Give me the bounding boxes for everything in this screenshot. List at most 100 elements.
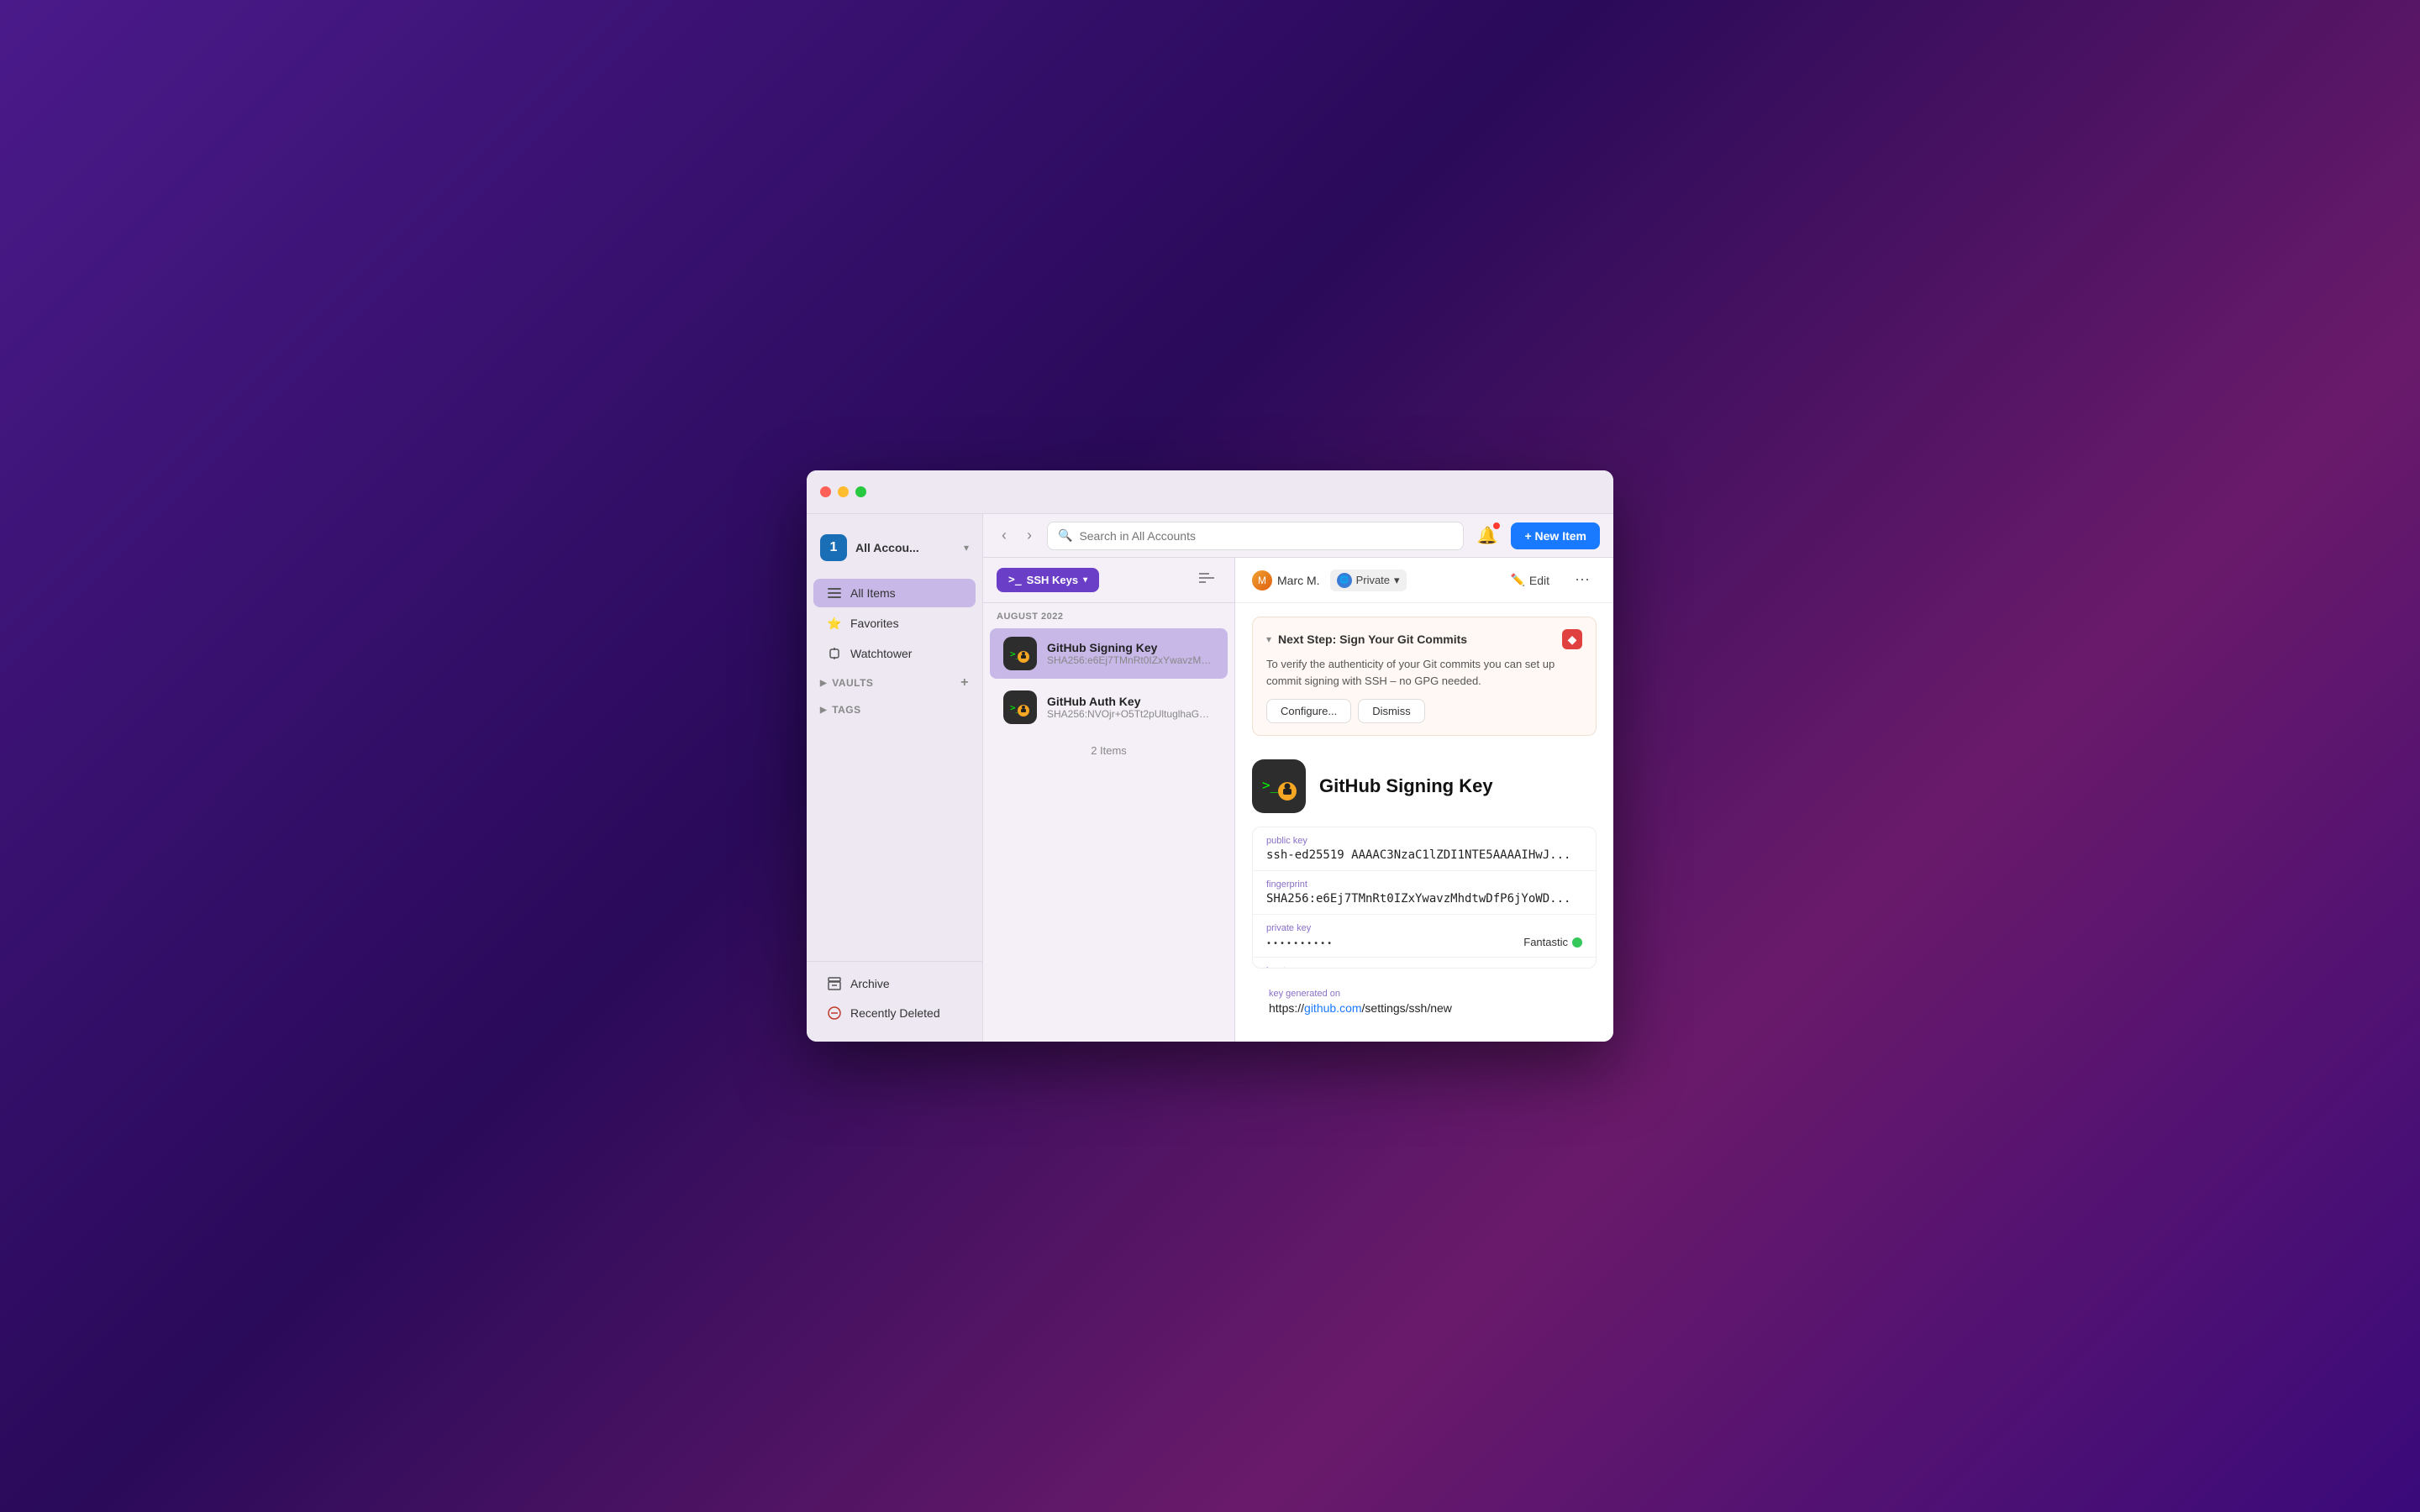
detail-toolbar: M Marc M. 🌐 Private ▾ ✏️ Edit: [1235, 558, 1613, 603]
toolbar: ‹ › 🔍 🔔 + New Item: [983, 514, 1613, 558]
sidebar-item-favorites[interactable]: ⭐ Favorites: [813, 609, 976, 638]
configure-label: Configure...: [1281, 705, 1337, 717]
account-name: All Accou...: [855, 541, 964, 554]
github-link[interactable]: github.com: [1304, 1001, 1361, 1015]
user-name: Marc M.: [1277, 574, 1320, 587]
github-auth-icon: >_: [1003, 690, 1037, 724]
next-step-title: Next Step: Sign Your Git Commits: [1278, 633, 1555, 646]
vaults-label: VAULTS: [832, 677, 873, 689]
sidebar-item-recently-deleted[interactable]: Recently Deleted: [813, 999, 976, 1027]
vault-selector[interactable]: 🌐 Private ▾: [1330, 570, 1407, 591]
vaults-section[interactable]: ▶ VAULTS +: [807, 669, 982, 697]
next-step-body: To verify the authenticity of your Git c…: [1266, 656, 1582, 689]
list-item-github-signing[interactable]: >_ GitHub Signing Key SHA256:e6Ej7TMnRt0…: [990, 628, 1228, 679]
collapse-icon[interactable]: ▾: [1266, 633, 1271, 645]
list-section-date: AUGUST 2022: [983, 603, 1234, 627]
watchtower-icon: [827, 646, 842, 661]
field-fingerprint: fingerprint SHA256:e6Ej7TMnRt0IZxYwavzMh…: [1253, 871, 1596, 915]
item-icon-large: >_: [1252, 759, 1306, 813]
item-detail-header: >_ GitHub Signing Key: [1235, 743, 1613, 827]
edit-button[interactable]: ✏️ Edit: [1502, 569, 1558, 591]
edit-label: Edit: [1529, 574, 1549, 587]
search-input[interactable]: [1079, 529, 1452, 543]
trash-icon: [827, 1005, 842, 1021]
favorites-label: Favorites: [850, 617, 899, 630]
search-bar: 🔍: [1047, 522, 1464, 550]
key-generated-prefix: https://: [1269, 1001, 1304, 1015]
key-generated-link-text: github.com: [1304, 1001, 1361, 1015]
sidebar-item-watchtower[interactable]: Watchtower: [813, 639, 976, 668]
fingerprint-value[interactable]: SHA256:e6Ej7TMnRt0IZxYwavzMhdtwDfP6jYoWD…: [1266, 892, 1582, 906]
star-icon: ⭐: [827, 616, 842, 631]
account-icon: 1: [820, 534, 847, 561]
chevron-right-icon: ▶: [820, 679, 827, 688]
key-generated-suffix: /settings/ssh/new: [1362, 1001, 1452, 1015]
github-auth-title: GitHub Auth Key: [1047, 695, 1214, 708]
next-step-banner: ▾ Next Step: Sign Your Git Commits ◆ To …: [1252, 617, 1597, 736]
back-button[interactable]: ‹: [997, 523, 1012, 548]
sidebar-item-all-items[interactable]: All Items: [813, 579, 976, 607]
github-signing-text: GitHub Signing Key SHA256:e6Ej7TMnRt0IZx…: [1047, 641, 1214, 666]
middle-panel: >_ SSH Keys ▾ AUGUST 2022: [983, 558, 1613, 1042]
account-selector[interactable]: 1 All Accou... ▾: [807, 528, 982, 568]
notification-badge: [1492, 522, 1501, 530]
sidebar: 1 All Accou... ▾ All Items ⭐: [807, 514, 983, 1042]
filter-label: SSH Keys: [1027, 574, 1078, 586]
tags-label: TAGS: [832, 704, 860, 716]
github-signing-icon: >_: [1003, 637, 1037, 670]
list-item-github-auth[interactable]: >_ GitHub Auth Key SHA256:NVOjr+O5Tt2pUl…: [990, 682, 1228, 732]
minimize-button[interactable]: [838, 486, 849, 497]
vault-icon: 🌐: [1337, 573, 1352, 588]
quality-dot-icon: [1572, 937, 1582, 948]
sidebar-bottom: Archive Recently Deleted: [807, 961, 982, 1028]
more-button[interactable]: ⋯: [1568, 568, 1597, 592]
next-step-actions: Configure... Dismiss: [1266, 699, 1582, 723]
maximize-button[interactable]: [855, 486, 866, 497]
close-button[interactable]: [820, 486, 831, 497]
user-info: M Marc M.: [1252, 570, 1320, 591]
tags-section[interactable]: ▶ TAGS: [807, 697, 982, 722]
edit-icon: ✏️: [1510, 573, 1524, 587]
dismiss-label: Dismiss: [1372, 705, 1411, 717]
public-key-label: public key: [1266, 836, 1582, 846]
main-layout: 1 All Accou... ▾ All Items ⭐: [807, 514, 1613, 1042]
key-type-label: key type: [1266, 966, 1582, 969]
fantastic-label: Fantastic: [1523, 936, 1568, 948]
archive-icon: [827, 976, 842, 991]
chevron-right-icon-2: ▶: [820, 706, 827, 715]
configure-button[interactable]: Configure...: [1266, 699, 1351, 723]
svg-text:>_: >_: [1262, 777, 1279, 793]
content-area: ‹ › 🔍 🔔 + New Item: [983, 514, 1613, 1042]
fields-section: public key ssh-ed25519 AAAAC3NzaC1lZDI1N…: [1252, 827, 1597, 969]
github-signing-subtitle: SHA256:e6Ej7TMnRt0IZxYwavzMhd...: [1047, 654, 1214, 666]
key-generated-label: key generated on: [1269, 989, 1580, 999]
filter-icon: >_: [1008, 574, 1022, 586]
github-auth-text: GitHub Auth Key SHA256:NVOjr+O5Tt2pUltug…: [1047, 695, 1214, 720]
notification-button[interactable]: 🔔: [1474, 522, 1502, 549]
watchtower-label: Watchtower: [850, 647, 912, 660]
list-panel: >_ SSH Keys ▾ AUGUST 2022: [983, 558, 1235, 1042]
next-step-header: ▾ Next Step: Sign Your Git Commits ◆: [1266, 629, 1582, 649]
detail-panel: M Marc M. 🌐 Private ▾ ✏️ Edit: [1235, 558, 1613, 1042]
list-header: >_ SSH Keys ▾: [983, 558, 1234, 603]
new-item-button[interactable]: + New Item: [1511, 522, 1600, 549]
key-generated-section: key generated on https://github.com/sett…: [1252, 989, 1597, 1028]
github-auth-subtitle: SHA256:NVOjr+O5Tt2pUltuglhaGB6...: [1047, 708, 1214, 720]
public-key-value[interactable]: ssh-ed25519 AAAAC3NzaC1lZDI1NTE5AAAAIHwJ…: [1266, 848, 1582, 862]
forward-button[interactable]: ›: [1022, 523, 1037, 548]
filter-button[interactable]: >_ SSH Keys ▾: [997, 568, 1099, 592]
sort-button[interactable]: [1192, 569, 1221, 591]
item-title: GitHub Signing Key: [1319, 775, 1493, 797]
sidebar-item-archive[interactable]: Archive: [813, 969, 976, 998]
add-vault-button[interactable]: +: [960, 675, 969, 690]
titlebar: [807, 470, 1613, 514]
key-generated-value: https://github.com/settings/ssh/new: [1269, 1001, 1580, 1015]
fingerprint-label: fingerprint: [1266, 879, 1582, 890]
private-key-value[interactable]: ••••••••••: [1266, 939, 1334, 948]
app-window: 1 All Accou... ▾ All Items ⭐: [807, 470, 1613, 1042]
chevron-down-vault: ▾: [1394, 574, 1400, 587]
chevron-down-icon-filter: ▾: [1083, 575, 1087, 585]
list-icon: [827, 585, 842, 601]
dismiss-button[interactable]: Dismiss: [1358, 699, 1425, 723]
field-private-key: private key •••••••••• Fantastic: [1253, 915, 1596, 958]
